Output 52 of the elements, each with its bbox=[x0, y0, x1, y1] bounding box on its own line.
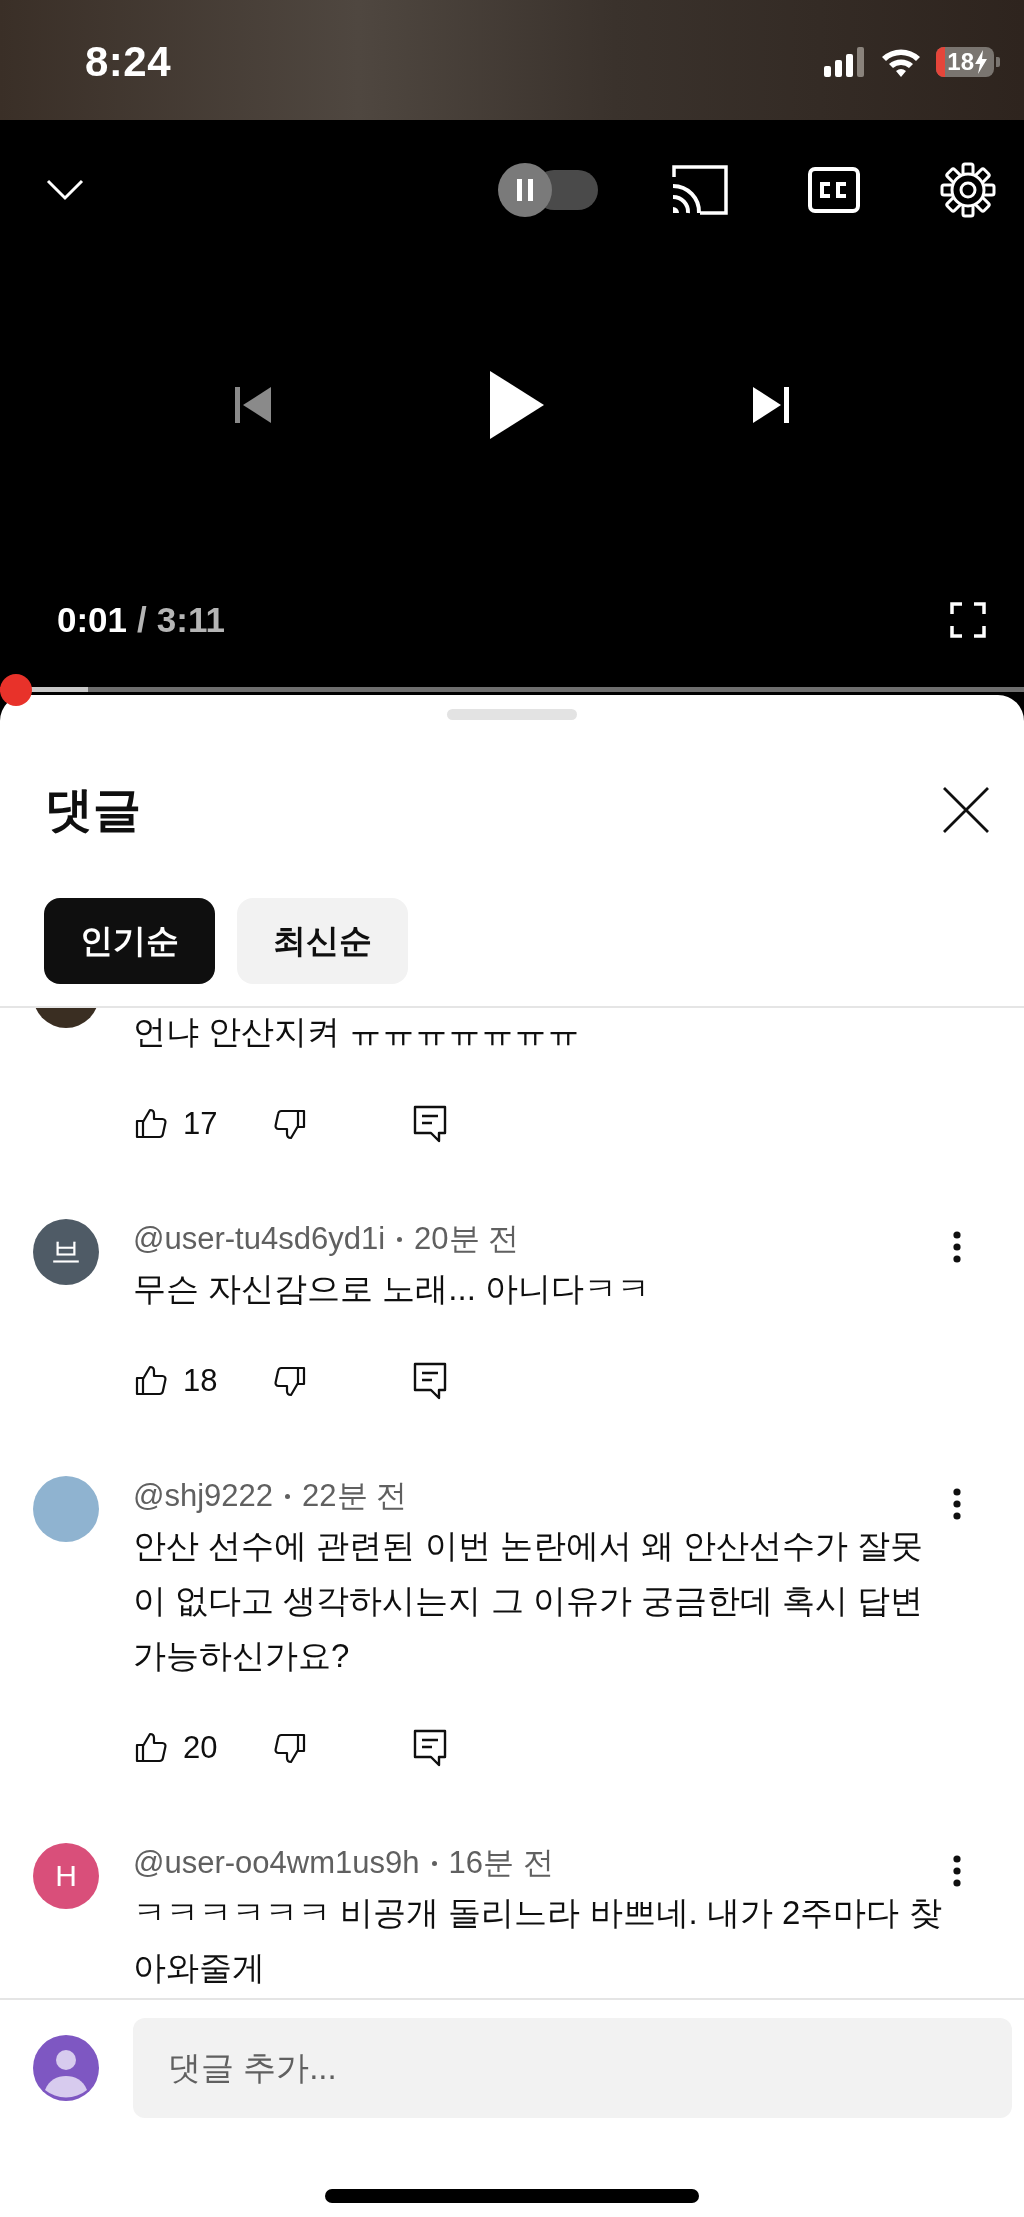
reply-button[interactable] bbox=[413, 1729, 448, 1767]
comment-time: 22분 전 bbox=[302, 1477, 408, 1515]
play-icon[interactable] bbox=[488, 369, 546, 441]
battery-terminal bbox=[996, 57, 1000, 67]
autoplay-toggle[interactable] bbox=[498, 163, 598, 217]
reply-button[interactable] bbox=[413, 1105, 448, 1143]
elapsed-time: 0:01 bbox=[57, 600, 128, 640]
more-options-icon[interactable] bbox=[953, 1231, 961, 1263]
time-separator: / bbox=[137, 600, 147, 640]
separator-dot bbox=[431, 1860, 437, 1866]
pause-icon bbox=[516, 179, 534, 201]
panel-title: 댓글 bbox=[45, 782, 141, 838]
chevron-down-icon[interactable] bbox=[46, 179, 84, 201]
reply-icon bbox=[413, 1105, 448, 1143]
user-avatar[interactable]: H bbox=[33, 1843, 99, 1909]
reply-button[interactable] bbox=[413, 1362, 448, 1400]
close-icon[interactable] bbox=[942, 786, 990, 834]
comment-input-field[interactable]: 댓글 추가... bbox=[133, 2018, 1012, 2118]
comment-text: ㅋㅋㅋㅋㅋㅋ 비공개 돌리느라 바쁘네. 내가 2주마다 찾아와줄게 bbox=[133, 1893, 943, 1988]
cast-icon[interactable] bbox=[670, 164, 728, 216]
comment-author[interactable]: @user-oo4wm1us9h bbox=[133, 1845, 420, 1881]
like-button[interactable]: 20 bbox=[133, 1730, 218, 1766]
more-options-icon[interactable] bbox=[953, 1488, 961, 1520]
next-icon[interactable] bbox=[751, 385, 791, 425]
like-button[interactable]: 17 bbox=[133, 1106, 218, 1142]
fullscreen-icon[interactable] bbox=[950, 602, 986, 638]
sort-tab[interactable]: 인기순 bbox=[44, 898, 215, 984]
user-avatar-icon bbox=[33, 2035, 99, 2101]
battery-charge-fill bbox=[936, 47, 946, 77]
scrubber-handle[interactable] bbox=[0, 674, 33, 706]
reply-icon bbox=[413, 1362, 448, 1400]
battery-indicator: 18 bbox=[936, 47, 994, 77]
like-button[interactable]: 18 bbox=[133, 1363, 218, 1399]
comment-text: 무슨 자신감으로 노래... 아니다ㅋㅋ bbox=[133, 1269, 651, 1309]
separator-dot bbox=[285, 1493, 291, 1499]
closed-captions-icon[interactable] bbox=[808, 167, 860, 213]
more-options-icon[interactable] bbox=[953, 1855, 961, 1887]
settings-icon[interactable] bbox=[940, 162, 996, 218]
clock-time: 8:24 bbox=[85, 38, 172, 86]
comment-time: 16분 전 bbox=[448, 1844, 554, 1882]
signal-icon bbox=[824, 47, 867, 77]
comment-author[interactable]: @user-tu4sd6yd1i bbox=[133, 1221, 386, 1257]
comment-author[interactable]: @shj9222 bbox=[133, 1478, 274, 1514]
comment-time: 20분 전 bbox=[414, 1220, 520, 1258]
drag-handle[interactable] bbox=[447, 709, 577, 720]
video-duration: 3:11 bbox=[156, 600, 225, 640]
separator-dot bbox=[397, 1236, 403, 1242]
user-avatar[interactable]: 브 bbox=[33, 1219, 99, 1285]
comment-text: 언냐 안산지켜 ㅠㅠㅠㅠㅠㅠㅠ bbox=[133, 1012, 582, 1052]
comment-text: 안산 선수에 관련된 이번 논란에서 왜 안산선수가 잘못이 없다고 생각하시는지 그 이유가 궁금한데 혹시 답변 가능하신가요? bbox=[133, 1526, 925, 1676]
reply-icon bbox=[413, 1729, 448, 1767]
sort-tab[interactable]: 최신순 bbox=[237, 898, 408, 984]
